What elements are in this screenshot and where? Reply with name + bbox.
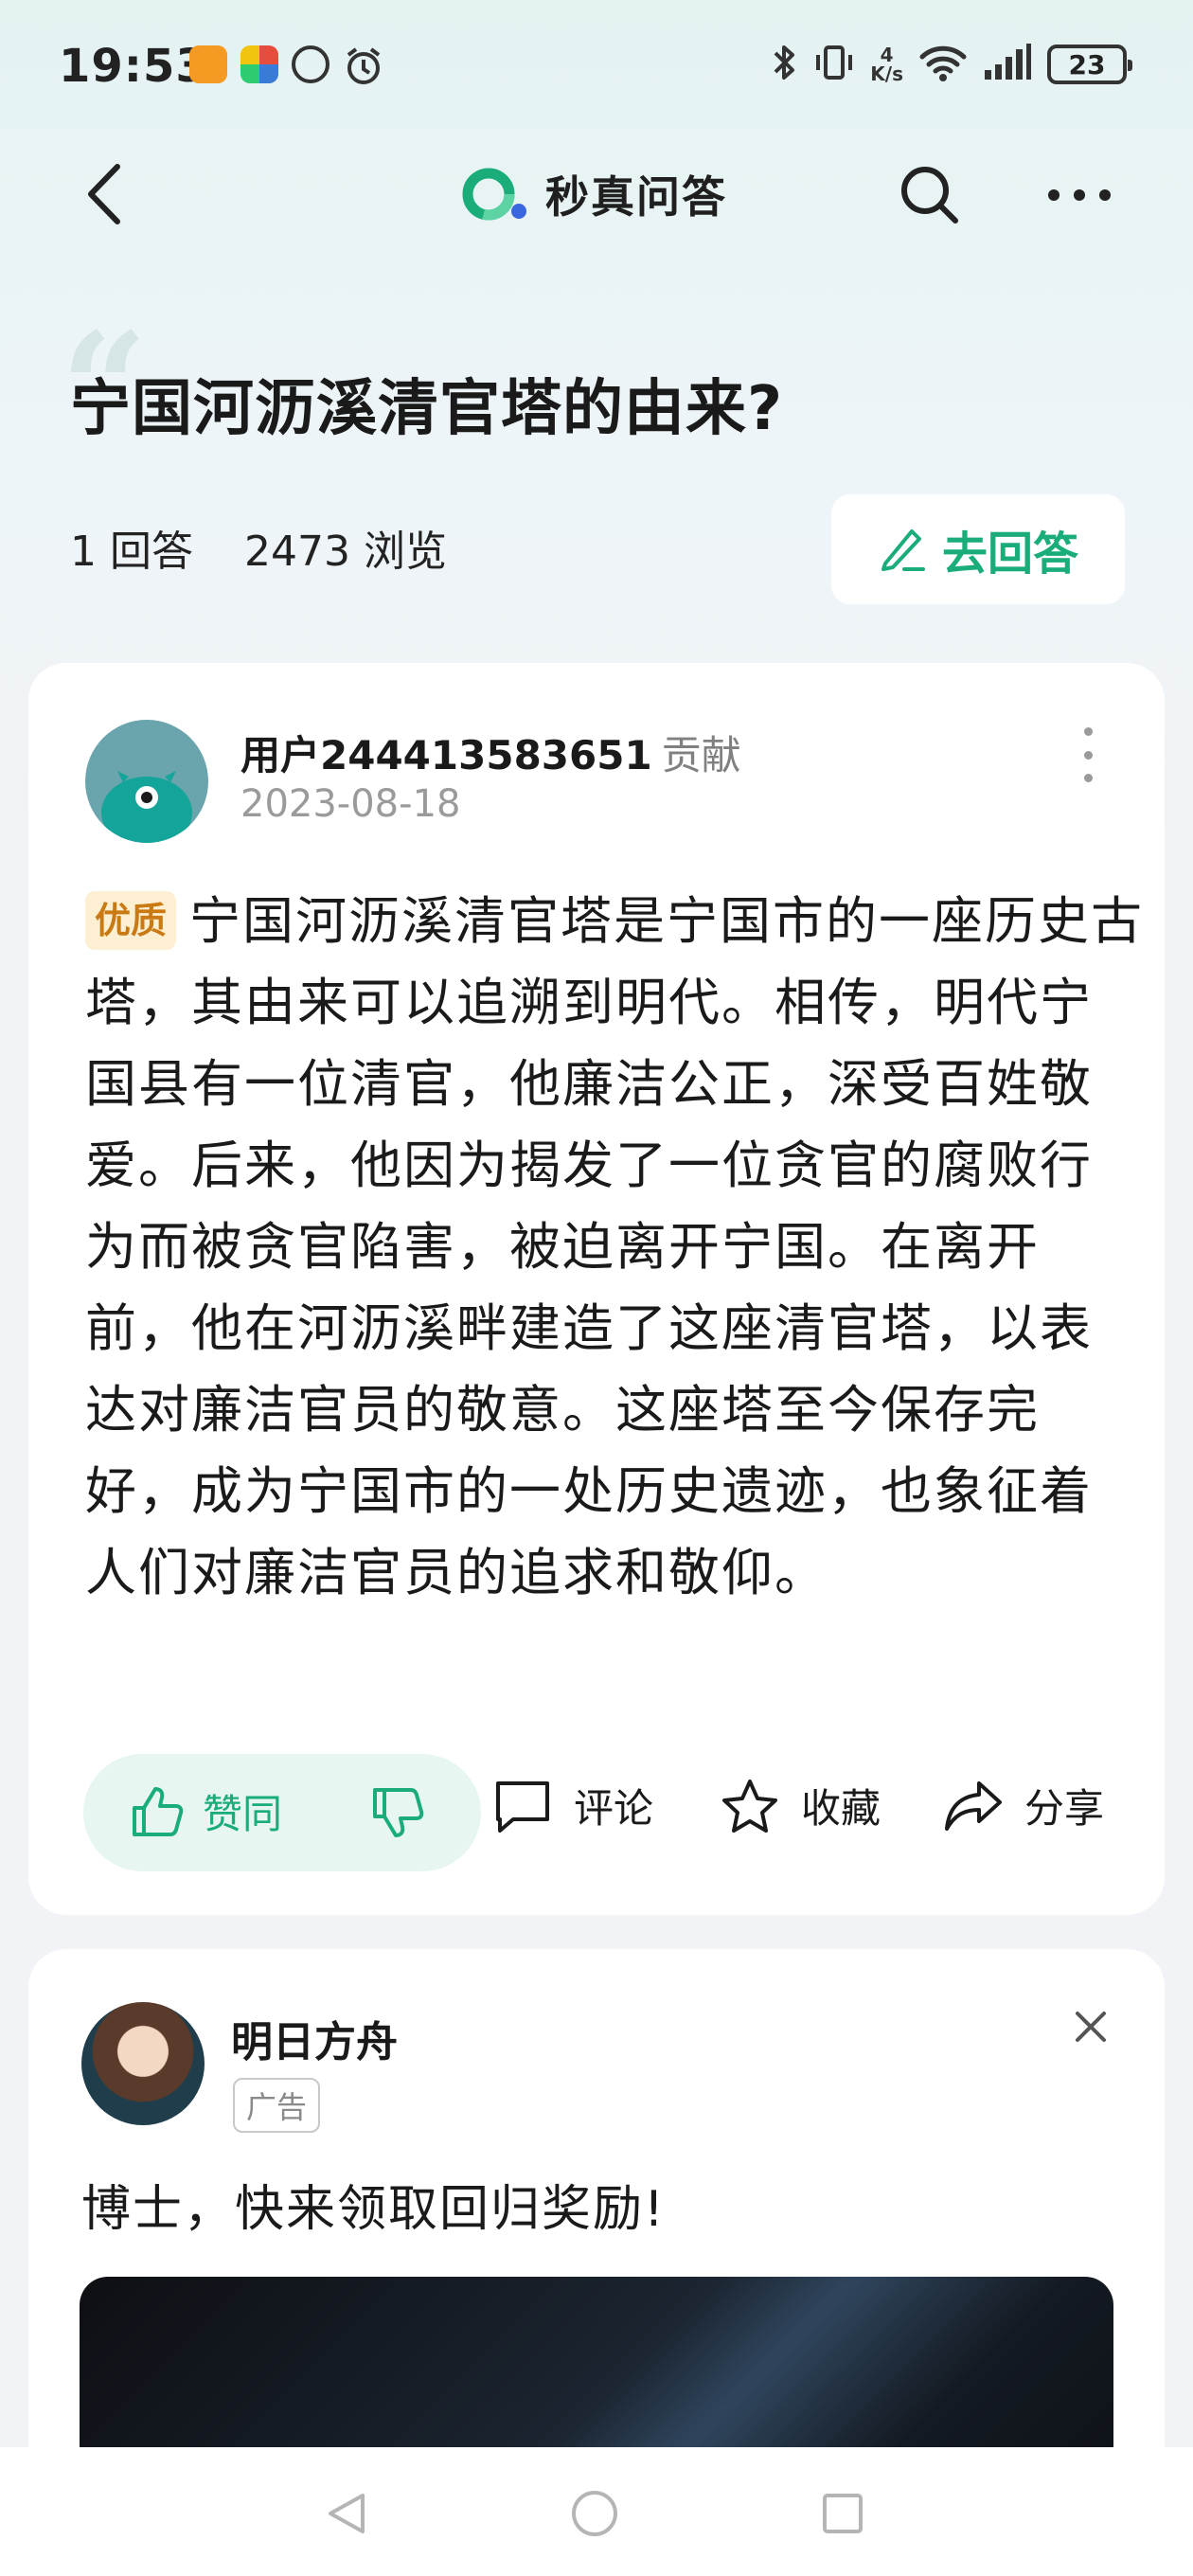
vibrate-icon xyxy=(813,42,855,87)
comment-icon xyxy=(496,1780,549,1833)
net-speed-value: 4 xyxy=(880,44,894,66)
net-speed-unit: K/s xyxy=(870,63,903,85)
go-answer-button[interactable]: 去回答 xyxy=(831,494,1125,604)
ad-text[interactable]: 博士，快来领取回归奖励! xyxy=(81,2169,666,2240)
answer-date: 2023-08-18 xyxy=(240,782,461,826)
answer-more-button[interactable] xyxy=(1074,722,1102,788)
author-role: 贡献 xyxy=(661,732,741,778)
square-recents-icon xyxy=(823,2494,863,2533)
answer-text: 宁国河沥溪清官塔是宁国市的一座历史古塔，其由来可以追溯到明代。相传，明代宁国县有… xyxy=(85,891,1145,1602)
answers-count: 1 回答 xyxy=(70,528,193,576)
app-notification-icon xyxy=(292,45,329,83)
go-answer-label: 去回答 xyxy=(941,528,1078,581)
share-button[interactable]: 分享 xyxy=(943,1777,1104,1834)
circle-home-icon xyxy=(572,2491,617,2536)
bluetooth-icon xyxy=(770,42,798,87)
chevron-left-icon xyxy=(88,164,120,224)
dot-icon xyxy=(1083,727,1093,736)
avatar-monster-icon xyxy=(101,771,192,843)
dot-icon xyxy=(1083,750,1093,760)
status-time: 19:53 xyxy=(59,40,208,93)
comment-button[interactable]: 评论 xyxy=(492,1777,653,1834)
comment-label: 评论 xyxy=(574,1785,654,1832)
more-button[interactable] xyxy=(1042,159,1117,231)
views-count: 2473 浏览 xyxy=(243,528,447,576)
status-right: 4 K/s 23 xyxy=(770,42,1132,87)
answer-body: 优质 宁国河沥溪清官塔是宁国市的一座历史古塔，其由来可以追溯到明代。相传，明代宁国… xyxy=(85,881,1144,1614)
system-home-button[interactable] xyxy=(566,2485,623,2542)
share-label: 分享 xyxy=(1024,1785,1105,1832)
more-dots-icon xyxy=(1048,189,1111,201)
share-icon xyxy=(945,1780,1002,1831)
top-nav-bar: 秒真问答 xyxy=(0,133,1193,256)
battery-level: 23 xyxy=(1068,48,1106,80)
vote-pill: 赞同 xyxy=(83,1754,481,1871)
upvote-button[interactable]: 赞同 xyxy=(129,1782,282,1840)
star-icon xyxy=(722,1779,777,1833)
favorite-label: 收藏 xyxy=(801,1785,881,1832)
status-bar: 19:53 4 K/s 23 xyxy=(0,0,1193,133)
question-stats: 1 回答 2473 浏览 xyxy=(70,517,485,578)
favorite-button[interactable]: 收藏 xyxy=(720,1777,881,1834)
ad-avatar[interactable] xyxy=(81,2002,205,2125)
ad-tag: 广告 xyxy=(233,2078,321,2133)
battery-icon: 23 xyxy=(1047,45,1132,84)
downvote-button[interactable] xyxy=(369,1784,426,1845)
author-username: 用户244413583651 xyxy=(240,732,652,778)
net-speed: 4 K/s xyxy=(870,45,903,83)
search-icon xyxy=(901,167,958,224)
system-nav-bar xyxy=(0,2447,1193,2576)
brand: 秒真问答 xyxy=(460,163,727,225)
alarm-icon xyxy=(343,45,384,91)
dot-icon xyxy=(1083,774,1093,782)
triangle-back-icon xyxy=(329,2494,365,2533)
status-app-icons xyxy=(189,45,384,91)
system-back-button[interactable] xyxy=(318,2485,375,2542)
brand-title: 秒真问答 xyxy=(545,171,727,223)
close-icon xyxy=(1076,2012,1106,2042)
thumbs-down-icon xyxy=(373,1788,424,1837)
quality-badge: 优质 xyxy=(85,891,177,950)
avatar[interactable] xyxy=(85,720,208,843)
app-notification-icon xyxy=(189,45,227,83)
upvote-label: 赞同 xyxy=(203,1791,283,1837)
system-recents-button[interactable] xyxy=(814,2485,871,2542)
ad-name[interactable]: 明日方舟 xyxy=(231,2008,398,2068)
back-button[interactable] xyxy=(72,161,138,227)
thumbs-up-icon xyxy=(133,1786,184,1836)
search-button[interactable] xyxy=(894,159,966,231)
signal-icon xyxy=(983,42,1032,87)
question-title: 宁国河沥溪清官塔的由来? xyxy=(70,374,784,444)
answer-card: 用户244413583651 贡献 2023-08-18 优质 宁国河沥溪清官塔是宁… xyxy=(28,663,1165,1915)
ad-close-button[interactable] xyxy=(1072,2008,1110,2046)
app-notification-icon xyxy=(240,45,278,83)
pencil-icon xyxy=(881,529,925,571)
author-name[interactable]: 用户244413583651 贡献 xyxy=(240,724,741,781)
brand-logo-icon xyxy=(462,168,526,221)
wifi-icon xyxy=(918,42,968,87)
